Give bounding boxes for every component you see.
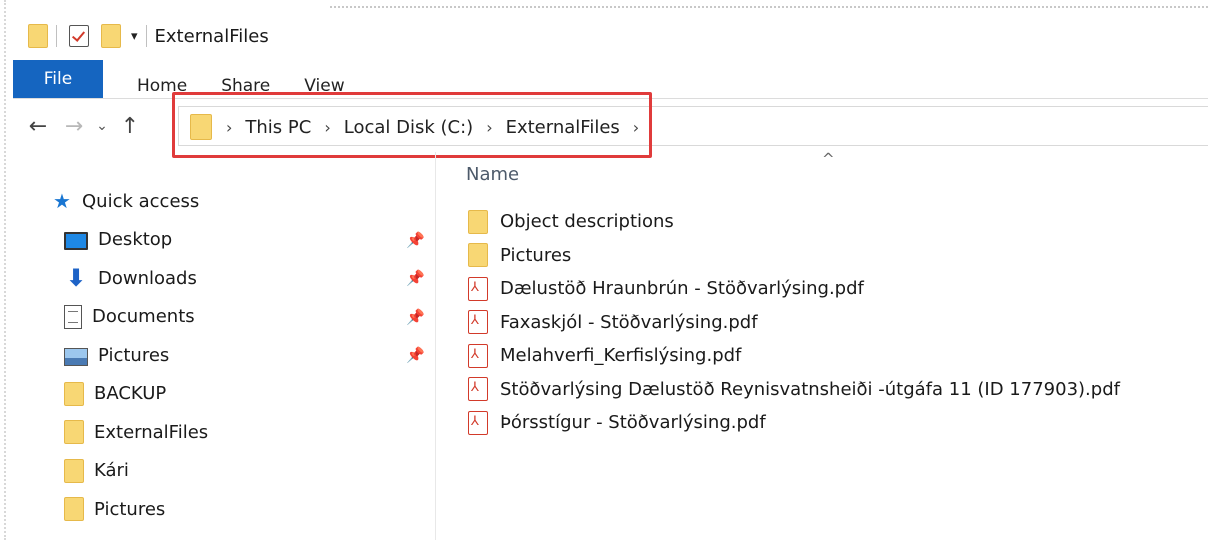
list-item[interactable]: Melahverfi_Kerfislýsing.pdf	[468, 339, 1208, 373]
list-item[interactable]: Dælustöð Hraunbrún - Stöðvarlýsing.pdf	[468, 272, 1208, 306]
navigation-buttons: ← → ⌄ ↑	[20, 106, 148, 146]
properties-icon[interactable]	[69, 25, 89, 47]
folder-icon	[28, 24, 48, 48]
list-item[interactable]: Stöðvarlýsing Dælustöð Reynisvatnsheiði …	[468, 373, 1208, 407]
sidebar-item-label: ExternalFiles	[94, 421, 209, 443]
screenshot-edge-top	[330, 6, 1208, 8]
documents-icon	[64, 304, 82, 329]
window-title: ExternalFiles	[154, 25, 269, 47]
file-name: Pictures	[500, 244, 572, 266]
sidebar-item-documents[interactable]: Documents 📌	[50, 298, 435, 337]
screenshot-edge-left	[4, 0, 6, 540]
sidebar-item-backup[interactable]: BACKUP	[50, 375, 435, 414]
navigation-pane: ★ Quick access Desktop 📌 ⬇ Downloads 📌 D…	[50, 182, 435, 529]
highlight-box	[172, 92, 652, 158]
file-name: Object descriptions	[500, 211, 674, 233]
sidebar-item-desktop[interactable]: Desktop 📌	[50, 221, 435, 260]
pin-icon[interactable]: 📌	[406, 231, 425, 249]
list-item[interactable]: Faxaskjól - Stöðvarlýsing.pdf	[468, 306, 1208, 340]
list-item[interactable]: Object descriptions	[468, 205, 1208, 239]
column-header-name[interactable]: Name	[466, 164, 519, 185]
pdf-icon	[468, 410, 488, 435]
pdf-icon	[468, 310, 488, 335]
sidebar-item-quick-access[interactable]: ★ Quick access	[50, 182, 435, 221]
sidebar-item-kari[interactable]: Kári	[50, 452, 435, 491]
sidebar-item-label: Pictures	[94, 498, 166, 520]
sidebar-item-label: Kári	[94, 460, 129, 482]
tab-file[interactable]: File	[13, 60, 103, 98]
list-item[interactable]: Þórsstígur - Stöðvarlýsing.pdf	[468, 406, 1208, 440]
folder-icon	[64, 420, 84, 445]
new-folder-icon[interactable]	[101, 24, 121, 48]
title-bar: ▾ ExternalFiles	[28, 18, 269, 54]
list-item[interactable]: Pictures	[468, 239, 1208, 273]
customize-toolbar-icon[interactable]: ▾	[131, 29, 138, 44]
recent-locations-icon[interactable]: ⌄	[92, 118, 112, 134]
folder-icon	[64, 458, 84, 483]
pin-icon[interactable]: 📌	[406, 346, 425, 364]
sidebar-item-label: Downloads	[98, 267, 197, 289]
file-name: Melahverfi_Kerfislýsing.pdf	[500, 345, 742, 367]
pdf-icon	[468, 276, 488, 301]
pdf-icon	[468, 343, 488, 368]
sidebar-item-downloads[interactable]: ⬇ Downloads 📌	[50, 259, 435, 298]
forward-button[interactable]: →	[56, 114, 92, 139]
folder-icon	[468, 243, 488, 268]
file-name: Dælustöð Hraunbrún - Stöðvarlýsing.pdf	[500, 278, 864, 300]
desktop-icon	[64, 231, 88, 250]
pin-icon[interactable]: 📌	[406, 269, 425, 287]
pin-icon[interactable]: 📌	[406, 308, 425, 326]
sidebar-item-label: Quick access	[82, 190, 200, 212]
back-button[interactable]: ←	[20, 114, 56, 139]
file-name: Faxaskjól - Stöðvarlýsing.pdf	[500, 311, 758, 333]
file-name: Stöðvarlýsing Dælustöð Reynisvatnsheiði …	[500, 378, 1120, 400]
toolbar-separator	[145, 25, 147, 47]
pane-divider[interactable]	[435, 152, 436, 540]
sidebar-item-pictures[interactable]: Pictures 📌	[50, 336, 435, 375]
pictures-icon	[64, 347, 88, 366]
sidebar-item-label: BACKUP	[94, 383, 167, 405]
folder-icon	[64, 381, 84, 406]
sidebar-item-externalfiles[interactable]: ExternalFiles	[50, 413, 435, 452]
sidebar-item-pictures-folder[interactable]: Pictures	[50, 490, 435, 529]
downloads-icon: ⬇	[65, 264, 87, 293]
pdf-icon	[468, 377, 488, 402]
sidebar-item-label: Desktop	[98, 229, 173, 251]
folder-icon	[64, 497, 84, 522]
file-name: Þórsstígur - Stöðvarlýsing.pdf	[500, 412, 766, 434]
sidebar-item-label: Documents	[92, 306, 195, 328]
folder-icon	[468, 209, 488, 234]
up-button[interactable]: ↑	[112, 114, 148, 139]
sort-ascending-icon: ^	[822, 150, 835, 168]
file-list: Object descriptions Pictures Dælustöð Hr…	[468, 205, 1208, 440]
star-icon: ★	[53, 189, 71, 214]
sidebar-item-label: Pictures	[98, 344, 170, 366]
toolbar-separator	[56, 25, 57, 47]
